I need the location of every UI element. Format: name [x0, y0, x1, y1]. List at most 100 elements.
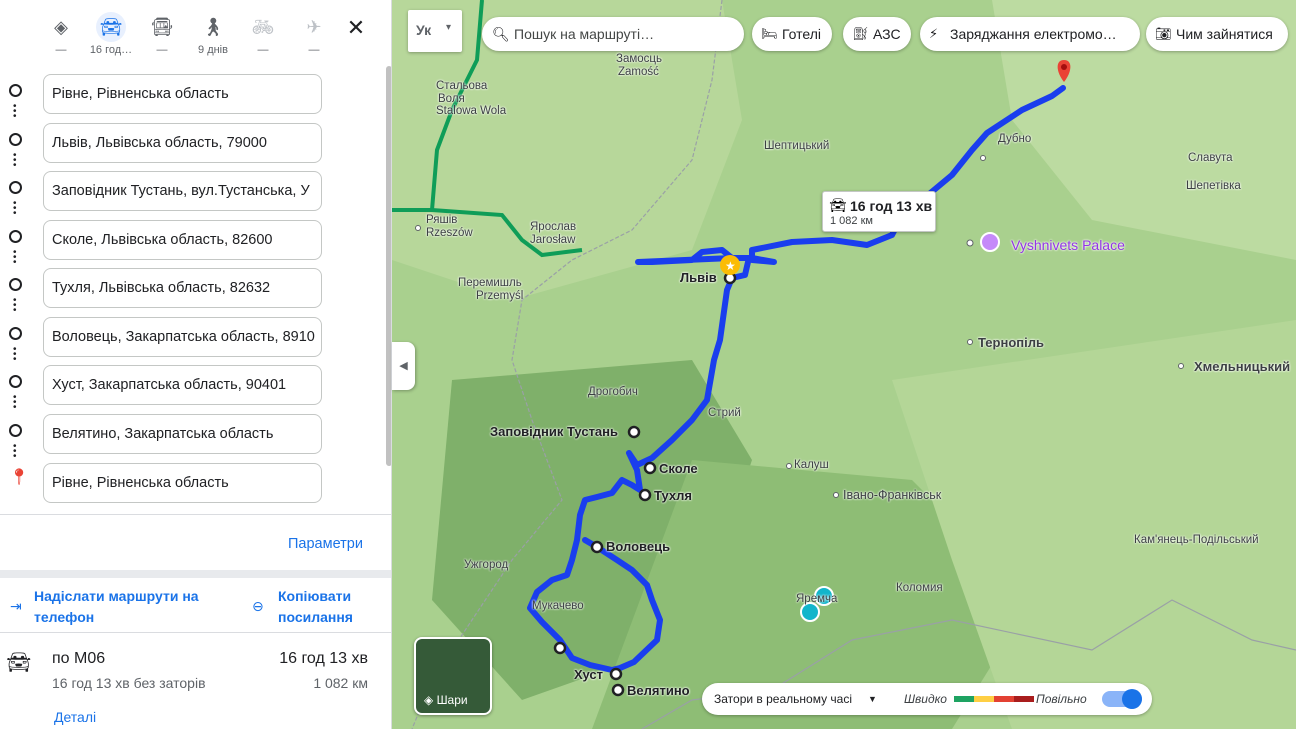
chip-hotels[interactable]: 🛏︎ Готелі [752, 17, 832, 51]
chip-things-to-do[interactable]: 📷︎ Чим зайнятися [1146, 17, 1288, 51]
waypoint-marker [553, 641, 567, 655]
send-to-phone-button[interactable]: ⇥ Надіслати маршрути на телефон [10, 586, 230, 628]
bus-icon: 🚍︎ [150, 17, 174, 37]
mode-transit[interactable]: 🚍︎ — [137, 12, 187, 60]
star-icon: ★ [725, 259, 736, 273]
directions-panel: ◈ — 🚘︎ 16 год… 🚍︎ — 🚶︎ 9 днів 🚲︎ — ✈︎ — … [0, 0, 392, 729]
traffic-legend: Затори в реальному часі ▼ Швидко Повільн… [702, 683, 1152, 715]
stop-field[interactable]: Львів, Львівська область, 79000 [43, 123, 322, 163]
details-link[interactable]: Деталі [54, 709, 96, 725]
route-search-input[interactable]: 🔍︎ Пошук на маршруті… [482, 17, 744, 51]
waypoint-circle-icon [9, 278, 22, 291]
copy-link-button[interactable]: ⊖ Копіювати посилання [252, 586, 382, 628]
divider [0, 632, 391, 633]
waypoint-label: Заповідник Тустань [490, 424, 619, 439]
city-label: Перемишль [458, 277, 522, 289]
city-label: Кам'янець-Подільський [1134, 534, 1259, 546]
waypoint-circle-icon [9, 84, 22, 97]
connector-dots-icon: • • • [13, 101, 17, 122]
city-label: Rzeszów [426, 227, 473, 239]
waypoint-marker [638, 488, 652, 502]
city-label: Przemyśl [476, 290, 524, 302]
traffic-select[interactable]: Затори в реальному часі [714, 683, 852, 715]
waypoint-circle-icon [9, 230, 22, 243]
mode-bike[interactable]: 🚲︎ — [238, 12, 288, 60]
city-label: Славута [1188, 152, 1233, 164]
waypoint-circle-icon [9, 375, 22, 388]
stop-item: • • • Сколе, Львівська область, 82600 [0, 216, 391, 268]
city-label: Дубно [998, 133, 1032, 145]
mode-best[interactable]: ◈ — [36, 12, 86, 60]
waypoint-label: Сколе [659, 461, 698, 476]
stop-item: • • • Заповідник Тустань, вул.Тустанська, … [0, 167, 391, 219]
bike-icon: 🚲︎ [251, 17, 275, 37]
city-label: Коломия [896, 582, 943, 594]
layers-button[interactable]: ◈ Шари [414, 637, 492, 715]
mode-car-label: 16 год… [89, 44, 133, 56]
city-dot [966, 239, 974, 247]
chip-gas[interactable]: ⛽︎ АЗС [843, 17, 911, 51]
search-placeholder: Пошук на маршруті… [514, 26, 655, 42]
connector-dots-icon: • • • [13, 295, 17, 316]
city-label: Stalowa Wola [436, 105, 507, 117]
map-graphics: ★ [392, 0, 1296, 729]
route-subtitle: 16 год 13 хв без заторів [52, 675, 206, 691]
city-label: Ужгород [464, 559, 509, 571]
caret-down-icon[interactable]: ▼ [868, 683, 877, 715]
waypoint-label: Воловець [606, 539, 671, 554]
city-dot [833, 492, 839, 498]
stop-field[interactable]: Заповідник Тустань, вул.Тустанська, У [43, 171, 322, 211]
waypoint-marker [611, 683, 625, 697]
language-toggle[interactable]: Ук ▾ [408, 10, 462, 52]
stop-field[interactable]: Воловець, Закарпатська область, 8910 [43, 317, 322, 357]
stop-field[interactable]: Тухля, Львівська область, 82632 [43, 268, 322, 308]
city-label: Стрий [708, 407, 741, 419]
map-canvas[interactable]: ★ Ук ▾ 🔍︎ Пошук на маршруті… 🛏︎ Готелі ⛽… [392, 0, 1296, 729]
city-label: Хмельницький [1194, 359, 1291, 374]
city-label: Тернопіль [978, 335, 1044, 350]
stop-field[interactable]: Сколе, Львівська область, 82600 [43, 220, 322, 260]
lang-label: Ук [416, 22, 432, 38]
car-icon: 🚘︎ [96, 12, 126, 42]
gas-pump-icon: ⛽︎ [852, 26, 869, 41]
city-label: Шепетівка [1186, 180, 1241, 192]
city-label: Ярослав [530, 221, 577, 233]
route-info-callout[interactable]: 🚘︎ 16 год 13 хв 1 082 км [822, 191, 936, 232]
chip-hotels-label: Готелі [782, 26, 821, 42]
route-option[interactable]: 🚘︎ по М06 16 год 13 хв без заторів 16 го… [0, 640, 391, 729]
params-link[interactable]: Параметри [288, 536, 363, 552]
mode-flight[interactable]: ✈︎ — [289, 12, 339, 60]
stop-item: • • • Велятино, Закарпатська область [0, 410, 391, 462]
traffic-fast-label: Швидко [904, 692, 947, 706]
stop-field[interactable]: Рівне, Рівненська область [43, 74, 322, 114]
mode-transit-label: — [156, 44, 168, 56]
chip-ev[interactable]: ⚡︎ Заряджання електромо… [920, 17, 1140, 51]
chip-things-label: Чим зайнятися [1176, 26, 1273, 42]
connector-dots-icon: • • • [13, 150, 17, 171]
mode-walk[interactable]: 🚶︎ 9 днів [188, 12, 238, 60]
city-dot [967, 339, 973, 345]
camera-icon: 📷︎ [1155, 26, 1172, 41]
connector-dots-icon: • • • [13, 441, 17, 462]
stop-item: 📍︎ Рівне, Рівненська область [0, 459, 391, 503]
mode-car[interactable]: 🚘︎ 16 год… [86, 12, 136, 60]
city-label: Воля [438, 93, 465, 105]
waypoint-circle-icon [9, 181, 22, 194]
stop-field[interactable]: Хуст, Закарпатська область, 90401 [43, 365, 322, 405]
diamond-directions-icon: ◈ [54, 17, 68, 37]
destination-field[interactable]: Рівне, Рівненська область [43, 463, 322, 503]
bed-icon: 🛏︎ [761, 26, 778, 41]
collapse-panel-button[interactable]: ◀ [392, 342, 415, 390]
stop-field[interactable]: Велятино, Закарпатська область [43, 414, 322, 454]
city-label: Яремча [796, 593, 838, 605]
search-icon: 🔍︎ [492, 26, 510, 42]
close-icon[interactable]: ✕ [342, 14, 370, 42]
connector-dots-icon: • • • [13, 344, 17, 365]
traffic-toggle[interactable] [1102, 689, 1142, 709]
poi-label: Vyshnivets Palace [1011, 237, 1125, 253]
city-label: Калуш [794, 459, 829, 471]
city-label-lviv: Львів [680, 270, 717, 285]
link-icon: ⊖ [252, 598, 264, 614]
city-label: Мукачево [532, 600, 584, 612]
route-distance: 1 082 км [313, 675, 368, 691]
